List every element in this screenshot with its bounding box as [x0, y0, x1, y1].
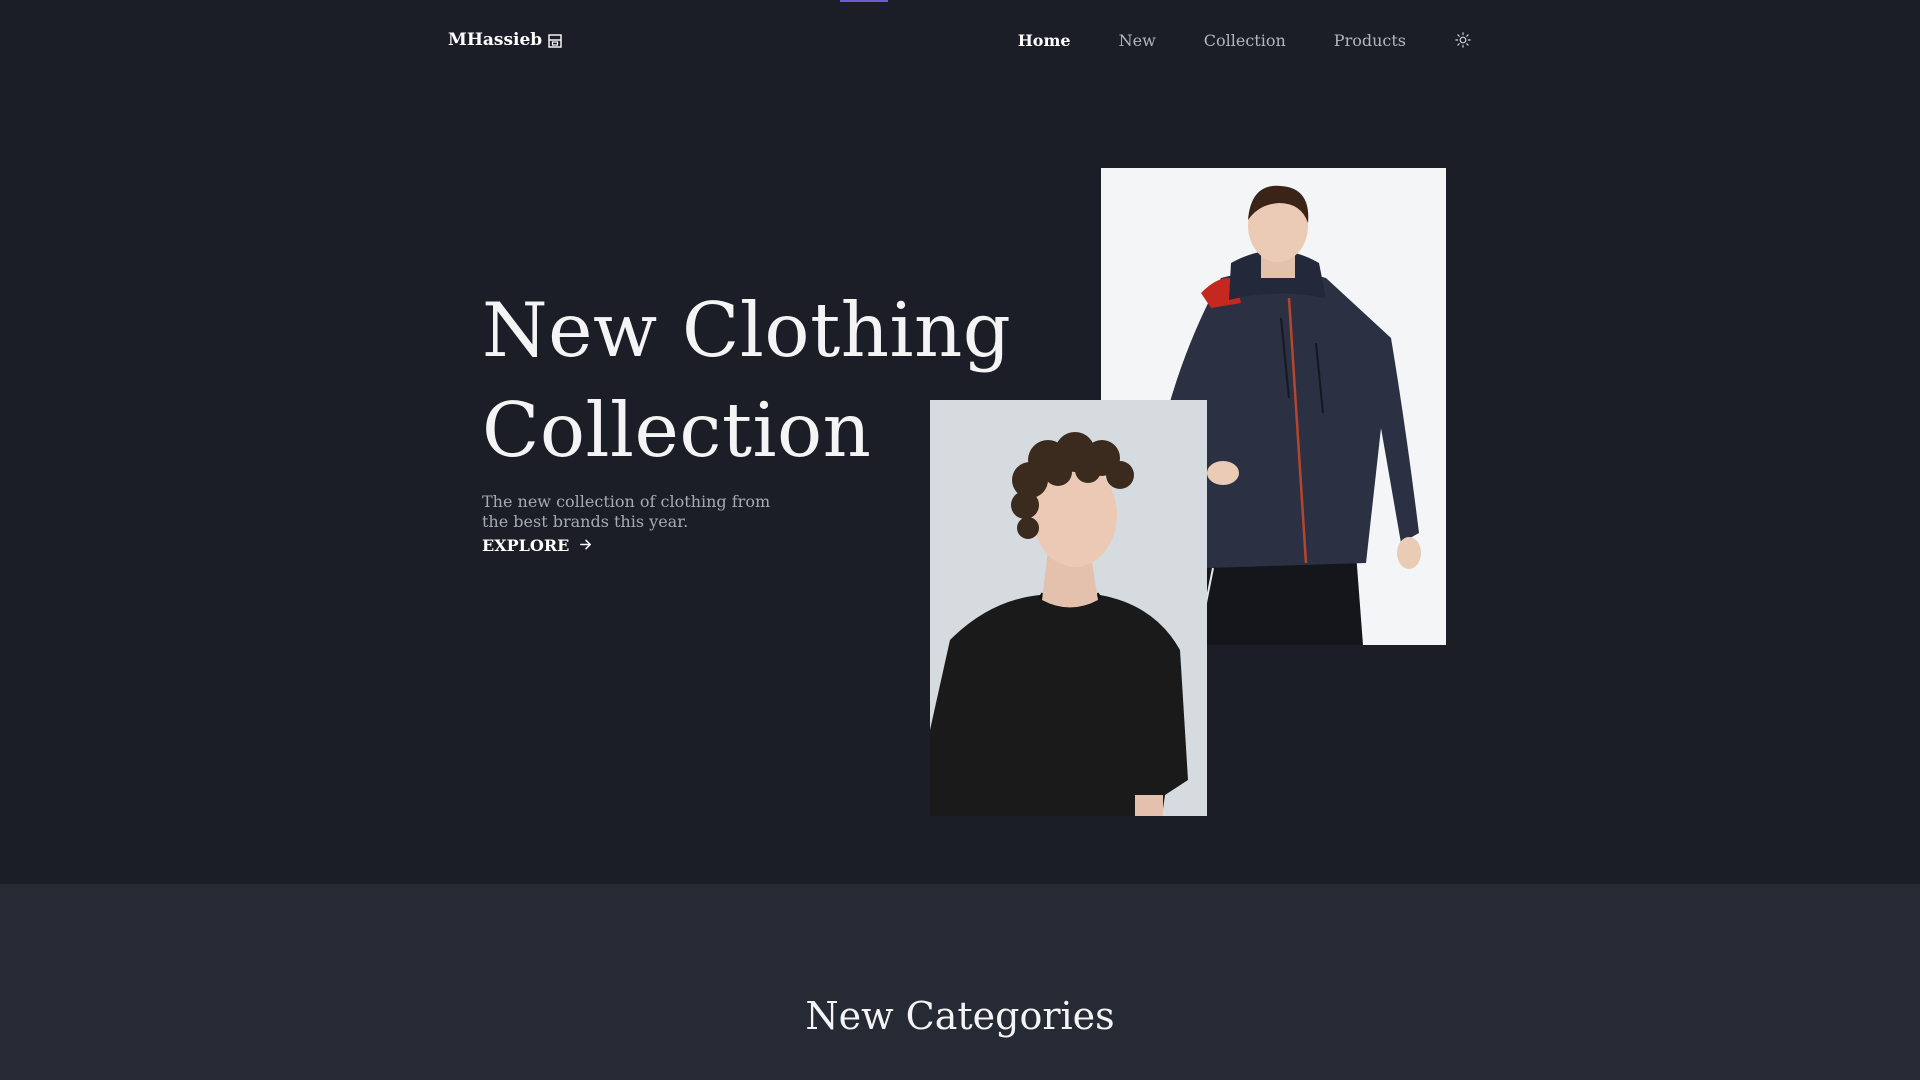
- top-accent-line: [840, 0, 888, 2]
- logo[interactable]: MHassieb: [448, 30, 562, 50]
- hero-title-line-1: New Clothing: [482, 286, 1012, 374]
- store-icon: [548, 33, 562, 48]
- nav-products[interactable]: Products: [1334, 31, 1406, 50]
- hero: New Clothing Collection The new collecti…: [482, 280, 1012, 555]
- explore-button[interactable]: EXPLORE: [482, 536, 592, 555]
- new-categories-section: New Categories: [0, 884, 1920, 1080]
- nav-home[interactable]: Home: [1018, 31, 1071, 50]
- sun-icon[interactable]: [1454, 31, 1472, 49]
- categories-title: New Categories: [805, 994, 1115, 1038]
- hero-title: New Clothing Collection: [482, 280, 1012, 480]
- hero-image-tshirt: [930, 400, 1207, 816]
- main-nav: Home New Collection Products: [1018, 31, 1472, 50]
- arrow-right-icon: [579, 536, 592, 555]
- nav-new[interactable]: New: [1119, 31, 1156, 50]
- logo-text: MHassieb: [448, 30, 543, 50]
- page: MHassieb Home New Collection Products Ne…: [0, 0, 1920, 1080]
- hero-description: The new collection of clothing from the …: [482, 492, 771, 531]
- explore-label: EXPLORE: [482, 536, 570, 555]
- nav-collection[interactable]: Collection: [1204, 31, 1286, 50]
- site-header: MHassieb Home New Collection Products: [448, 24, 1472, 56]
- hero-title-line-2: Collection: [482, 386, 872, 474]
